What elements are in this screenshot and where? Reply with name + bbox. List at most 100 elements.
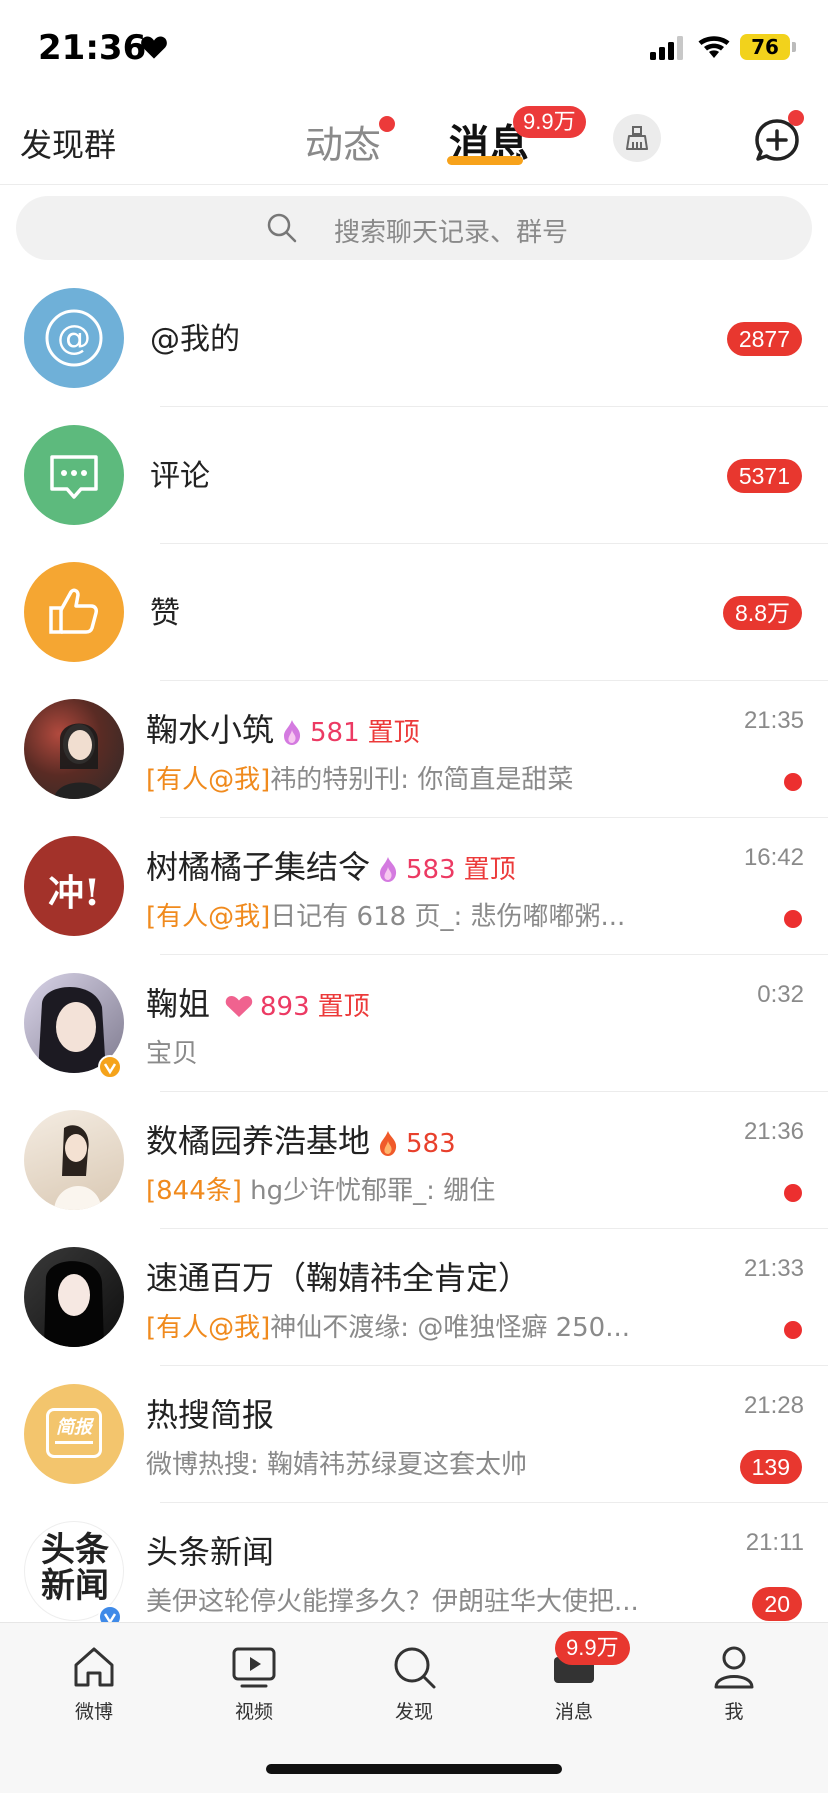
discover-groups-button[interactable]: 发现群 — [20, 120, 116, 166]
group-avatar: 冲! — [24, 836, 124, 936]
at-me-count: 2877 — [726, 322, 802, 356]
battery-tip — [792, 42, 796, 52]
list-item-likes[interactable]: 赞 8.8万 — [0, 544, 828, 681]
tab-label: 消息 — [554, 1701, 593, 1723]
chat-preview: 宝贝 — [146, 1033, 198, 1070]
tab-label: 发现 — [394, 1701, 433, 1723]
group-avatar — [24, 1110, 124, 1210]
preview-text: hg少许忧郁罪_: 绷住 — [241, 1176, 496, 1206]
message-count-tag: [844条] — [146, 1176, 242, 1206]
at-avatar: @ — [24, 288, 124, 388]
heart-icon — [141, 36, 167, 59]
clear-unread-button[interactable] — [613, 114, 661, 162]
hot-search-avatar: 简报 — [24, 1384, 124, 1484]
top-nav: 发现群 动态 消息 9.9万 — [0, 98, 828, 185]
chat-preview: [844条] hg少许忧郁罪_: 绷住 — [146, 1170, 495, 1207]
home-indicator — [266, 1764, 562, 1774]
chat-preview: 微博热搜: 鞠婧祎苏绿夏这套太帅 — [146, 1444, 527, 1481]
tab-label: 视频 — [234, 1701, 273, 1723]
dynamic-unread-dot — [379, 116, 395, 132]
photo-avatar-icon — [44, 1261, 104, 1347]
at-icon: @ — [45, 309, 103, 367]
tab-weibo[interactable]: 微博 — [54, 1643, 134, 1743]
search-input[interactable]: 搜索聊天记录、群号 — [16, 196, 812, 260]
chat-time: 21:35 — [743, 707, 804, 734]
flame-icon — [380, 1131, 397, 1156]
thumbs-up-icon — [49, 588, 98, 634]
comments-count: 5371 — [726, 459, 802, 493]
tab-label: 微博 — [74, 1701, 113, 1723]
unread-count: 20 — [752, 1587, 802, 1621]
active-tab-indicator — [447, 156, 523, 165]
tab-dynamic[interactable]: 动态 — [305, 114, 381, 169]
flame-icon — [284, 720, 301, 745]
photo-avatar-icon — [54, 723, 106, 799]
fire-count: 583 — [406, 855, 456, 885]
chat-row[interactable]: 冲! 树橘橘子集结令 583 置顶 [有人@我]日记有 618 页_: 悲伤嘟嘟粥.… — [0, 818, 828, 955]
search-placeholder: 搜索聊天记录、群号 — [334, 218, 569, 248]
fire-count: 583 — [406, 1129, 456, 1159]
chat-time: 21:11 — [745, 1529, 804, 1556]
chat-preview: [有人@我]日记有 618 页_: 悲伤嘟嘟粥... — [146, 896, 625, 933]
chat-name: 速通百万（鞠婧祎全肯定） — [146, 1253, 530, 1299]
list-item-at-me[interactable]: @ @我的 2877 — [0, 270, 828, 407]
likes-count: 8.8万 — [723, 596, 802, 630]
chat-time: 21:28 — [743, 1392, 804, 1419]
svg-text:@: @ — [57, 318, 91, 358]
chat-row[interactable]: 鞠水小筑 581 置顶 [有人@我]祎的特别刊: 你简直是甜菜 21:35 — [0, 681, 828, 818]
tab-messages-badge: 9.9万 — [555, 1631, 630, 1665]
tab-video[interactable]: 视频 — [214, 1643, 294, 1743]
at-me-label: @我的 — [150, 322, 240, 357]
chat-title: 热搜简报 — [146, 1396, 275, 1434]
mention-tag: [有人@我] — [146, 902, 271, 932]
tab-label: 我 — [724, 1701, 744, 1723]
chat-preview: 美伊这轮停火能撑多久？伊朗驻华大使把... — [146, 1581, 639, 1618]
status-time: 21:36 — [38, 28, 147, 68]
tab-discover[interactable]: 发现 — [374, 1643, 454, 1743]
profile-icon — [714, 1646, 754, 1689]
chat-title: 鞠姐 — [146, 985, 211, 1023]
wifi-icon — [698, 36, 730, 58]
home-icon — [74, 1647, 114, 1687]
unread-dot — [784, 1184, 802, 1202]
battery-level: 76 — [740, 34, 790, 60]
headline-logo-text: 头条新闻 — [41, 1530, 109, 1606]
broom-icon — [626, 126, 648, 150]
chat-row[interactable]: 速通百万（鞠婧祎全肯定） [有人@我]神仙不渡缘: @唯独怪癖 250... 2… — [0, 1229, 828, 1366]
tab-me[interactable]: 我 — [694, 1643, 774, 1743]
chat-name: 鞠姐 893 置顶 — [146, 979, 370, 1025]
status-bar: 21:36 76 — [0, 0, 828, 98]
list-item-comments[interactable]: 评论 5371 — [0, 407, 828, 544]
chat-preview: [有人@我]神仙不渡缘: @唯独怪癖 250... — [146, 1307, 630, 1344]
chat-name: 树橘橘子集结令 583 置顶 — [146, 842, 516, 888]
chat-row[interactable]: 头条新闻 头条新闻 美伊这轮停火能撑多久？伊朗驻华大使把... 21:11 20 — [0, 1503, 828, 1640]
chat-row[interactable]: 数橘园养浩基地 583 [844条] hg少许忧郁罪_: 绷住 21:36 — [0, 1092, 828, 1229]
comment-avatar — [24, 425, 124, 525]
briefing-icon: 简报 — [46, 1408, 102, 1458]
messages-count-badge: 9.9万 — [513, 106, 586, 138]
comments-label: 评论 — [150, 459, 210, 494]
chat-row[interactable]: 鞠姐 893 置顶 宝贝 0:32 — [0, 955, 828, 1092]
fire-count: 893 — [260, 992, 310, 1022]
fire-count: 581 — [310, 718, 360, 748]
group-avatar — [24, 699, 124, 799]
pinned-label: 置顶 — [463, 855, 516, 885]
briefing-icon-text: 简报 — [56, 1417, 92, 1438]
preview-text: 宝贝 — [146, 1039, 199, 1069]
preview-text: 神仙不渡缘: @唯独怪癖 250... — [270, 1313, 631, 1343]
mention-tag: [有人@我] — [146, 1313, 271, 1343]
chat-name: 鞠水小筑 581 置顶 — [146, 705, 420, 751]
unread-count: 139 — [739, 1450, 802, 1484]
chat-time: 21:36 — [743, 1118, 804, 1145]
photo-avatar-icon — [54, 1125, 102, 1210]
chat-title: 树橘橘子集结令 — [146, 848, 371, 886]
video-icon — [232, 1647, 276, 1688]
chat-row[interactable]: 简报 热搜简报 微博热搜: 鞠婧祎苏绿夏这套太帅 21:28 139 — [0, 1366, 828, 1503]
mention-tag: [有人@我] — [146, 765, 271, 795]
search-icon — [394, 1647, 436, 1689]
preview-text: 日记有 618 页_: 悲伤嘟嘟粥... — [270, 902, 626, 932]
chat-name: 数橘园养浩基地 583 — [146, 1116, 456, 1162]
avatar-text: 冲! — [48, 872, 100, 914]
chat-name: 头条新闻 — [146, 1527, 274, 1573]
unread-dot — [784, 910, 802, 928]
